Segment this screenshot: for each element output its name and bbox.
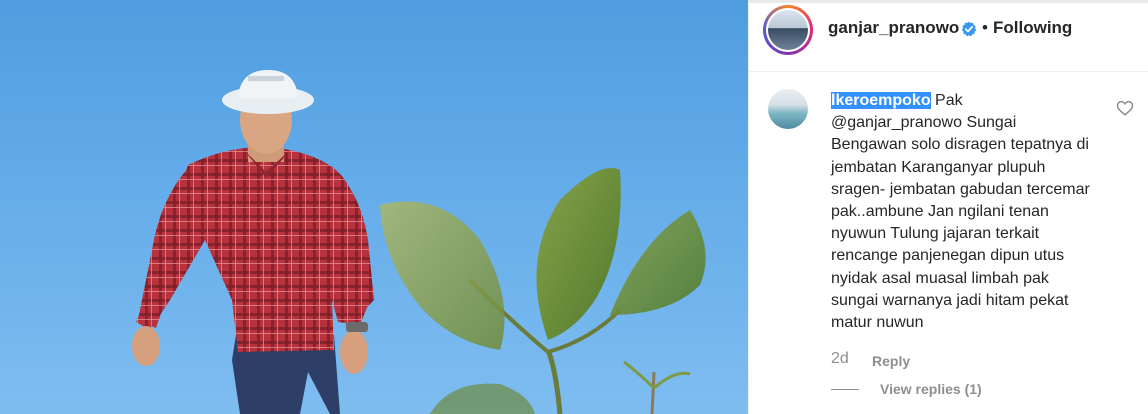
verified-badge-icon	[961, 21, 977, 37]
post-photo-illustration	[132, 70, 706, 414]
comment-message: Pak @ganjar_pranowo Sungai Bengawan solo…	[831, 92, 1090, 332]
following-button[interactable]: Following	[993, 18, 1072, 38]
view-replies-button[interactable]: View replies (1)	[880, 381, 982, 397]
comment-age: 2d	[831, 350, 849, 367]
replies-line	[831, 389, 859, 390]
author-username[interactable]: ganjar_pranowo	[828, 18, 959, 38]
commenter-avatar[interactable]	[768, 89, 808, 129]
reply-button[interactable]: Reply	[872, 353, 910, 369]
header-separator: •	[982, 18, 988, 37]
post-photo[interactable]	[0, 0, 748, 414]
comment-text: lkeroempoko Pak @ganjar_pranowo Sungai B…	[831, 90, 1093, 334]
heart-outline-icon[interactable]	[1116, 99, 1134, 117]
author-avatar[interactable]	[763, 5, 813, 55]
post-header: ganjar_pranowo • Following	[749, 0, 1148, 72]
commenter-username[interactable]: lkeroempoko	[831, 92, 931, 109]
